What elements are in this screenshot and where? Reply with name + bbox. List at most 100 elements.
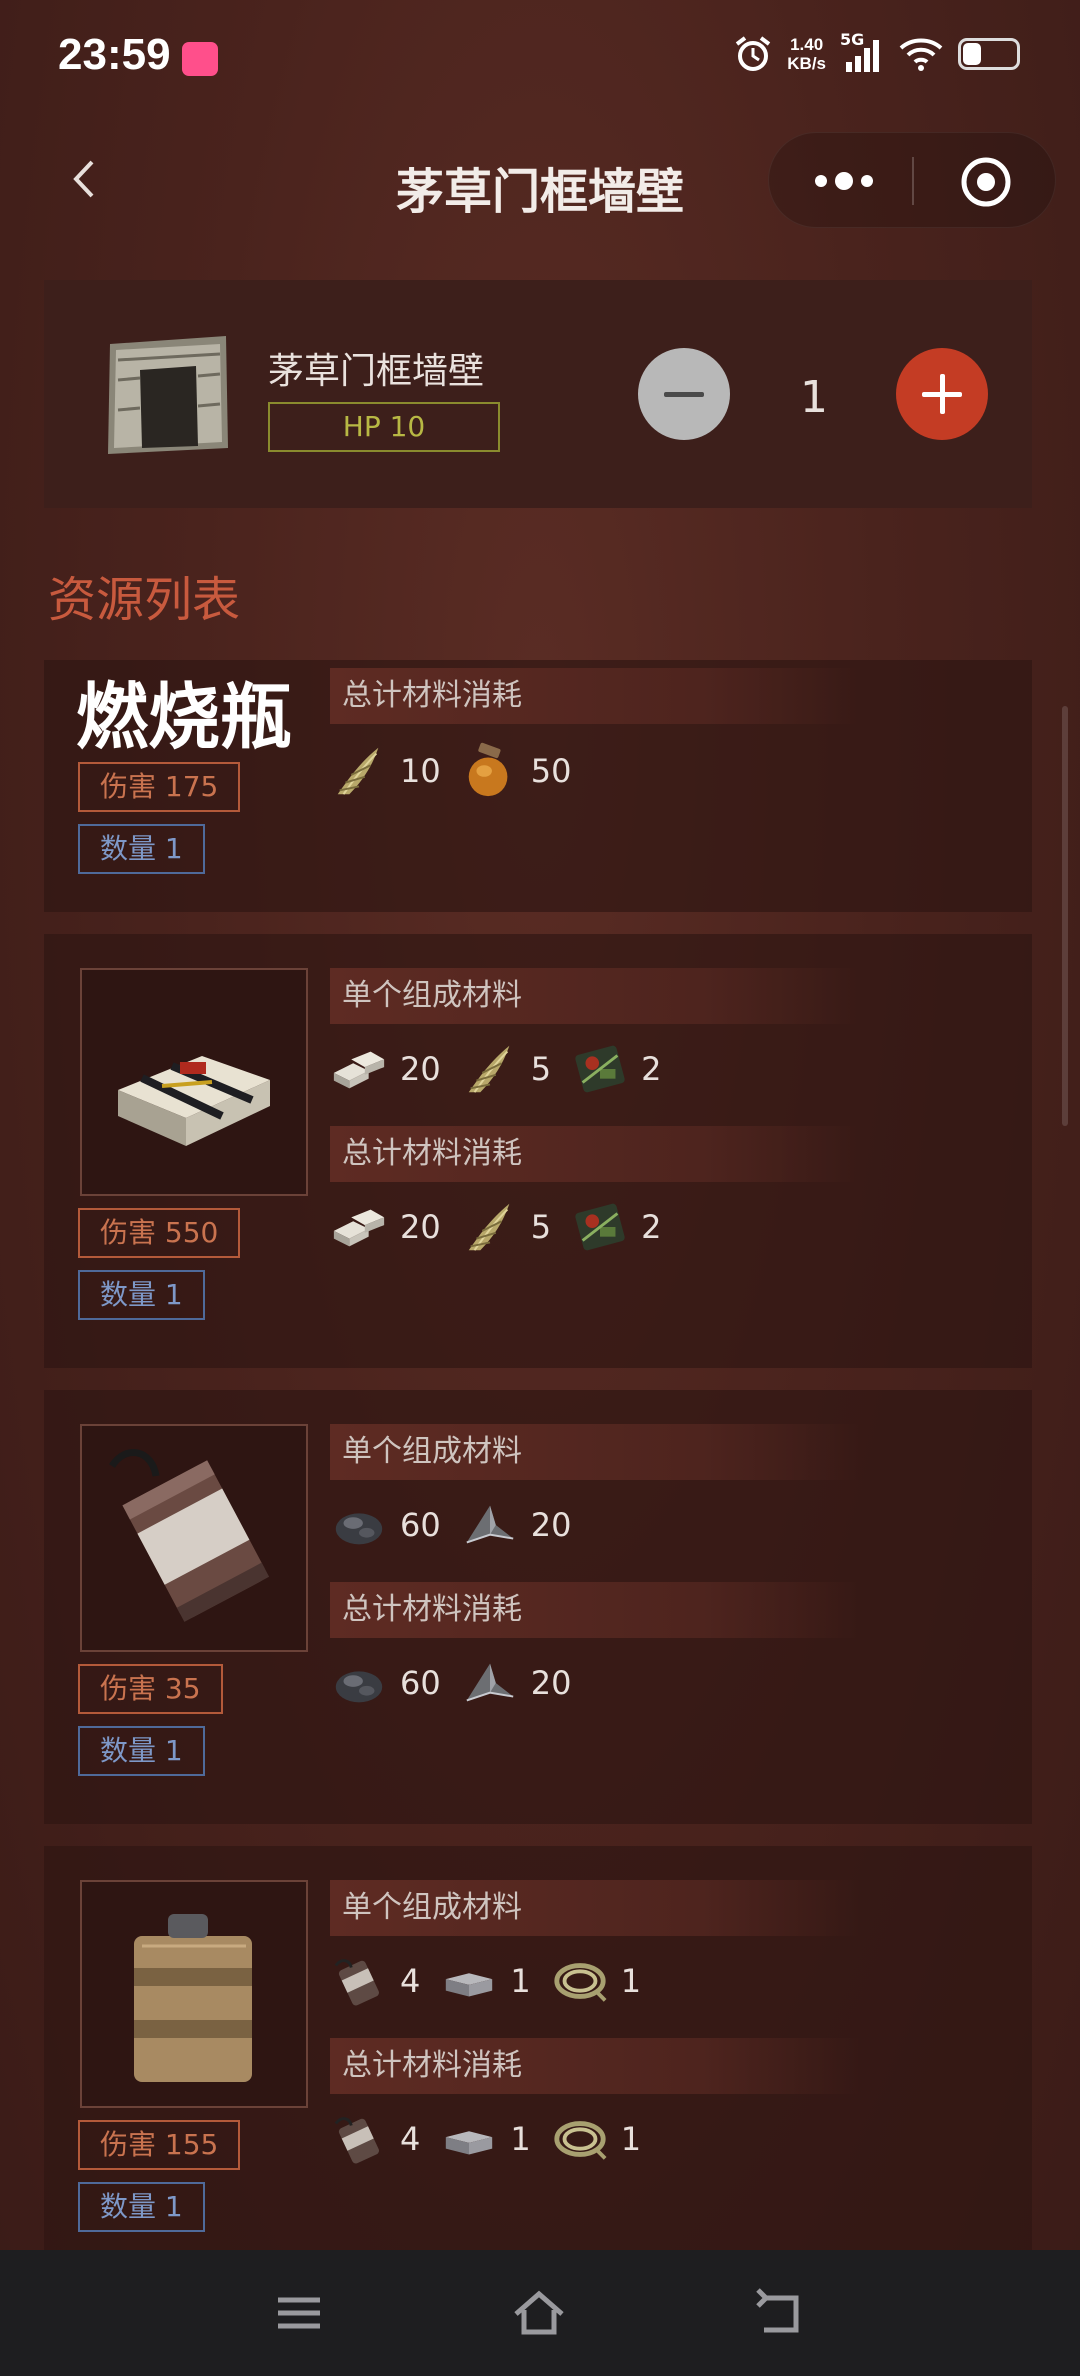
material-amount: 2 [641, 1050, 662, 1088]
material-cloth: 5 [461, 1040, 551, 1098]
material-amount: 20 [530, 1506, 572, 1544]
beancan-grenade-icon [330, 2110, 388, 2168]
material-amount: 1 [620, 2120, 642, 2158]
single-materials-row: 20 5 2 [330, 1034, 661, 1104]
material-tech-trash: 2 [571, 1040, 661, 1098]
beancan-grenade-image [109, 1449, 270, 1622]
material-explosives: 20 [330, 1040, 441, 1098]
network-speed-unit: KB/s [787, 54, 826, 73]
alarm-icon [736, 36, 771, 71]
total-materials-row: 4 1 1 [330, 2104, 641, 2174]
material-gunpowder: 60 [330, 1654, 441, 1712]
tech-trash-icon [571, 1198, 629, 1256]
resource-card-bag-charge[interactable]: 伤害 155 数量 1 单个组成材料 4 1 1 总计材料消耗 4 1 1 [44, 1846, 1032, 2250]
decrease-quantity-button[interactable] [638, 348, 730, 440]
wifi-icon [899, 38, 943, 71]
material-amount: 60 [400, 1506, 441, 1544]
total-materials-header: 总计材料消耗 [330, 1582, 860, 1638]
material-amount: 20 [400, 1050, 441, 1088]
material-beancan-grenade: 4 [330, 2110, 420, 2168]
material-amount: 1 [510, 2120, 531, 2158]
total-materials-header: 总计材料消耗 [330, 2038, 860, 2094]
total-materials-row: 20 5 2 [330, 1192, 661, 1262]
home-icon[interactable] [512, 2288, 566, 2338]
material-cloth: 10 [330, 742, 441, 800]
material-metal-fragments: 20 [461, 1496, 572, 1554]
cell-signal-icon: 5G [840, 30, 884, 74]
material-amount: 4 [400, 2120, 421, 2158]
back-arrow-icon[interactable] [752, 2288, 806, 2338]
material-amount: 20 [530, 1664, 572, 1702]
explosives-icon [330, 1040, 388, 1098]
increase-quantity-button[interactable] [896, 348, 988, 440]
material-amount: 5 [530, 1208, 552, 1246]
item-image [80, 1880, 308, 2108]
status-time: 23:59 [58, 30, 171, 79]
network-speed-value: 1.40 [790, 35, 824, 54]
material-amount: 1 [620, 1962, 642, 2000]
damage-badge: 伤害 35 [78, 1664, 223, 1714]
single-materials-header: 单个组成材料 [330, 1880, 860, 1936]
resource-card-satchel[interactable]: 伤害 550 数量 1 单个组成材料 20 5 2 总计材料消耗 20 5 2 [44, 934, 1032, 1368]
battery-icon [958, 38, 1020, 70]
material-rope: 1 [551, 2110, 641, 2168]
network-speed: 1.40 KB/s [787, 35, 826, 73]
material-amount: 20 [400, 1208, 441, 1246]
section-title: 资源列表 [48, 572, 241, 628]
structure-header-card: 茅草门框墙壁 HP 10 1 [44, 280, 1032, 508]
material-low-grade-fuel: 50 [461, 742, 572, 800]
count-badge: 数量 1 [78, 824, 205, 874]
scrollbar[interactable] [1062, 706, 1068, 1126]
target-icon[interactable] [959, 155, 1013, 209]
gunpowder-icon [330, 1496, 388, 1554]
capsule-divider [912, 157, 914, 205]
metal-box-icon [440, 1952, 498, 2010]
damage-badge: 伤害 155 [78, 2120, 241, 2170]
count-badge: 数量 1 [78, 1726, 205, 1776]
material-amount: 60 [400, 1664, 441, 1702]
hp-badge: HP 10 [268, 402, 500, 452]
menu-icon[interactable] [272, 2288, 326, 2338]
material-metal-fragments: 20 [461, 1654, 572, 1712]
low-grade-fuel-icon [461, 742, 519, 800]
damage-badge: 伤害 175 [78, 762, 241, 812]
structure-name: 茅草门框墙壁 [268, 351, 485, 392]
total-materials-header: 总计材料消耗 [330, 1126, 860, 1182]
item-image [80, 1424, 308, 1652]
mini-program-capsule [768, 132, 1056, 228]
quantity-value: 1 [800, 372, 828, 423]
count-badge: 数量 1 [78, 1270, 205, 1320]
material-amount: 50 [530, 752, 572, 790]
rope-icon [551, 1952, 609, 2010]
satchel-bag-image [134, 1914, 252, 2082]
total-materials-row: 60 20 [330, 1648, 571, 1718]
material-amount: 1 [510, 1962, 531, 2000]
material-beancan-grenade: 4 [330, 1952, 420, 2010]
material-amount: 10 [400, 752, 441, 790]
single-materials-row: 4 1 1 [330, 1946, 641, 2016]
rope-icon [551, 2110, 609, 2168]
app-notification-icon [182, 42, 218, 76]
cloth-icon [461, 1040, 519, 1098]
total-materials-header: 总计材料消耗 [330, 668, 860, 724]
material-gunpowder: 60 [330, 1496, 441, 1554]
material-amount: 5 [530, 1050, 552, 1088]
resource-card-beancan[interactable]: 伤害 35 数量 1 单个组成材料 60 20 总计材料消耗 60 20 [44, 1390, 1032, 1824]
single-materials-header: 单个组成材料 [330, 968, 860, 1024]
metal-box-icon [440, 2110, 498, 2168]
material-metal-box: 1 [440, 2110, 531, 2168]
gunpowder-icon [330, 1654, 388, 1712]
more-dots-icon[interactable] [809, 161, 879, 201]
cloth-icon [330, 742, 388, 800]
nav-bar: 茅草门框墙壁 [0, 120, 1080, 240]
resource-card-molotov[interactable]: 燃烧瓶 伤害 175 数量 1 总计材料消耗 10 50 [44, 660, 1032, 912]
metal-fragments-icon [461, 1496, 519, 1554]
system-navigation-bar [0, 2250, 1080, 2376]
status-bar: 23:59 1.40 KB/s 5G [0, 0, 1080, 120]
beancan-grenade-icon [330, 1952, 388, 2010]
cloth-icon [461, 1198, 519, 1256]
single-materials-header: 单个组成材料 [330, 1424, 860, 1480]
count-badge: 数量 1 [78, 2182, 205, 2232]
thatch-doorway-wall-image [108, 336, 228, 454]
material-amount: 2 [641, 1208, 662, 1246]
